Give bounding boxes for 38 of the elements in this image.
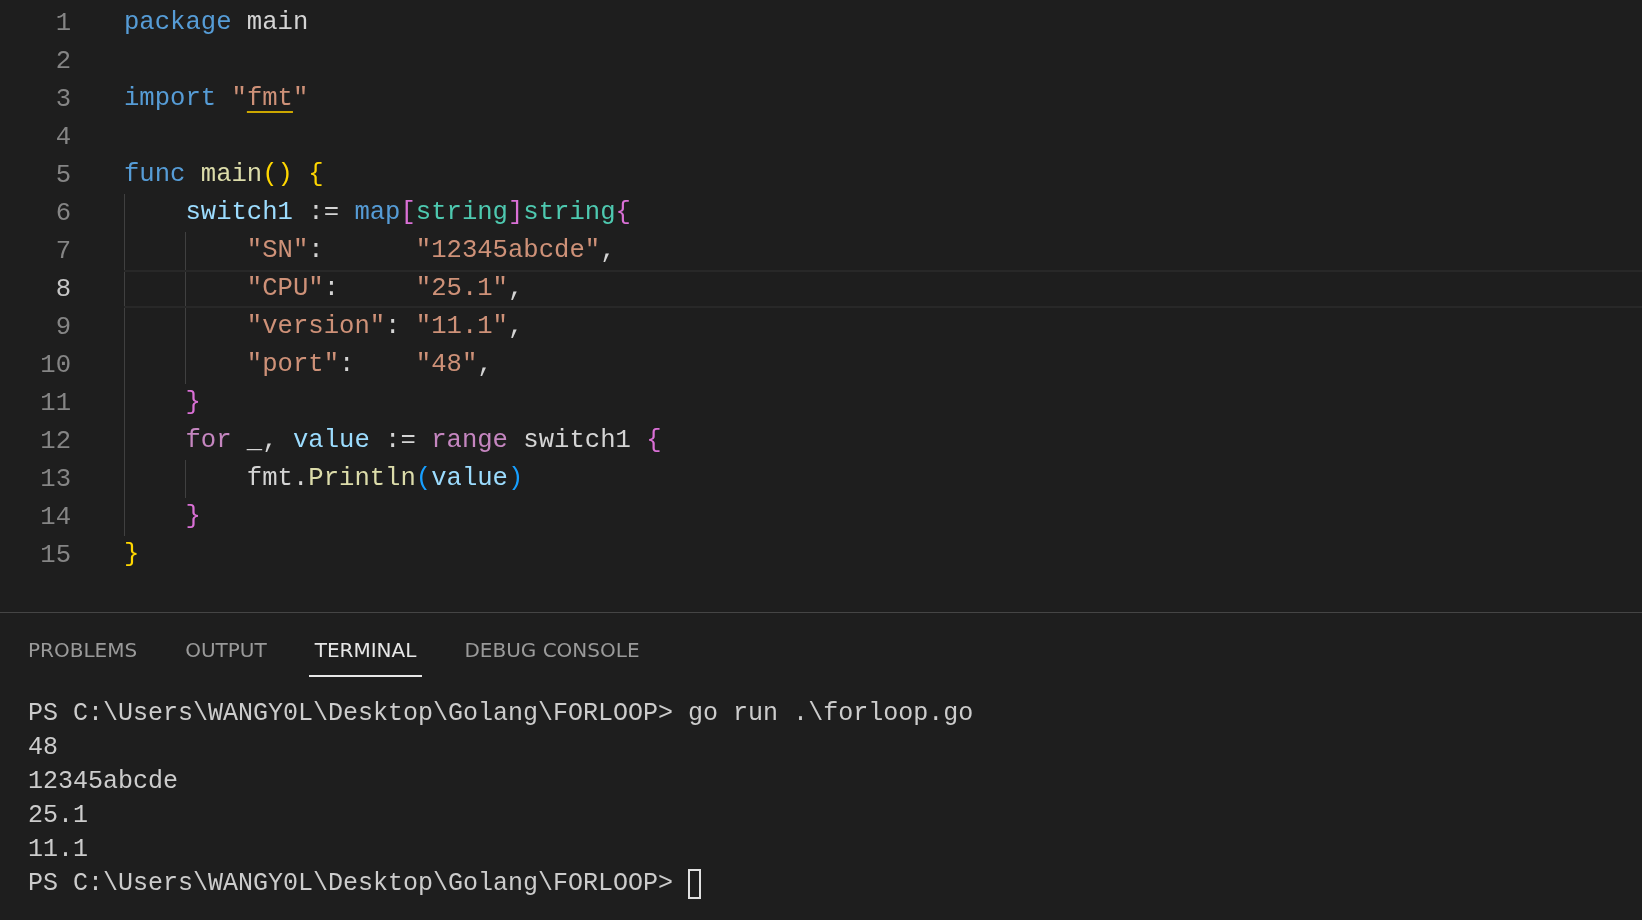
line-number: 4 <box>54 122 71 152</box>
line-number: 8 <box>54 274 71 304</box>
terminal-line: 12345abcde <box>28 766 179 798</box>
code-line: "port": "48", <box>245 350 493 379</box>
code-line: package main <box>124 8 309 37</box>
terminal-line: 25.1 <box>28 800 88 832</box>
line-number: 15 <box>39 540 71 570</box>
terminal-line: PS C:\Users\WANGY0L\Desktop\Golang\FORLOOP> <box>28 868 675 900</box>
line-number: 6 <box>54 198 71 228</box>
line-number: 3 <box>54 84 71 114</box>
line-number: 5 <box>54 160 71 190</box>
code-line: fmt.Println(value) <box>245 464 524 493</box>
code-line: switch1 := map[string]string{ <box>184 198 631 227</box>
line-number: 9 <box>54 312 71 342</box>
panel-tab[interactable]: OUTPUT <box>179 623 273 677</box>
line-number: 13 <box>39 464 71 494</box>
code-line: for _, value := range switch1 { <box>184 426 662 455</box>
code-line: } <box>124 540 140 569</box>
line-number: 2 <box>54 46 71 76</box>
code-line: "CPU": "25.1", <box>245 274 524 303</box>
code-line: "SN": "12345abcde", <box>245 236 616 265</box>
line-number: 1 <box>54 8 71 38</box>
line-number: 12 <box>39 426 71 456</box>
code-line: } <box>184 502 201 531</box>
line-number: 10 <box>39 350 71 380</box>
code-line: import "fmt" <box>124 84 309 113</box>
panel-tab[interactable]: TERMINAL <box>308 623 423 677</box>
panel-tab[interactable]: DEBUG CONSOLE <box>458 623 646 677</box>
panel-tab[interactable]: PROBLEMS <box>22 623 144 677</box>
terminal-line: 48 <box>28 732 58 764</box>
code-line: } <box>184 388 201 417</box>
line-number: 11 <box>39 388 71 418</box>
code-line: func main() { <box>124 160 324 189</box>
code-line: "version": "11.1", <box>245 312 524 341</box>
terminal-line: 11.1 <box>28 834 88 866</box>
line-number: 7 <box>54 236 71 266</box>
terminal-line: PS C:\Users\WANGY0L\Desktop\Golang\FORLOOP> go run .\forloop.go <box>28 698 974 730</box>
line-number: 14 <box>39 502 71 532</box>
